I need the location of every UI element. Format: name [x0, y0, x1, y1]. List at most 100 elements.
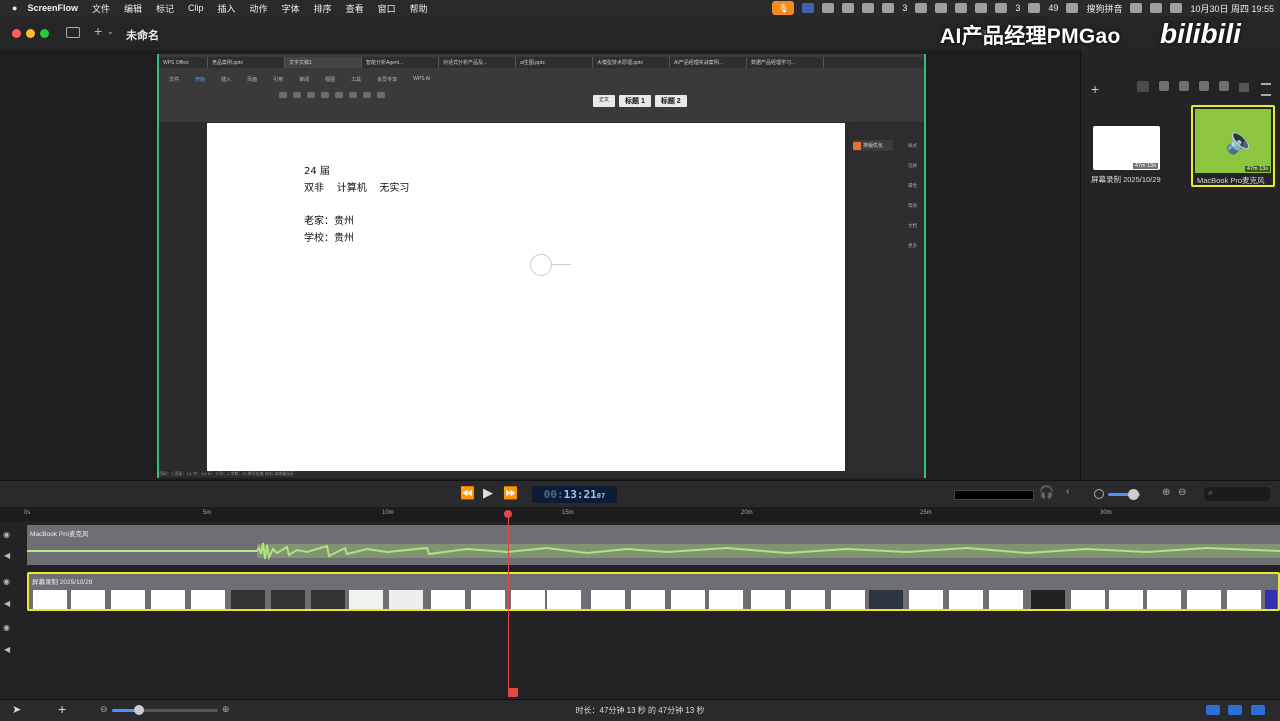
style-heading1[interactable]: 标题 1	[619, 95, 651, 107]
media-library-icon[interactable]	[1219, 81, 1229, 91]
playhead-handle[interactable]	[504, 510, 512, 518]
eye-icon[interactable]: ◉	[3, 530, 10, 539]
add-media-icon[interactable]: +	[1091, 81, 1099, 97]
list-view-icon[interactable]	[1261, 83, 1271, 96]
menu-view[interactable]: 查看	[346, 2, 364, 15]
wps-tab[interactable]: WPS Office	[159, 57, 208, 68]
doc-line-2[interactable]: 双非 计算机 无实习	[304, 179, 409, 194]
audio-sync-icon[interactable]	[1228, 705, 1242, 715]
layout-optimize-button[interactable]: 排版优化	[853, 140, 893, 151]
fps-icon[interactable]	[1251, 705, 1265, 715]
chevron-down-icon[interactable]: ⌄	[107, 27, 114, 36]
zoom-in-icon[interactable]: ⊕	[1162, 487, 1170, 498]
apple-menu-icon[interactable]: ●	[12, 3, 17, 13]
timecode-display[interactable]: 00:13:2107	[532, 486, 617, 503]
ribbon-tab[interactable]: 审阅	[299, 76, 309, 83]
timeline-ruler[interactable]: 0s 5m 10m 15m 20m 25m 30m	[0, 507, 1280, 521]
microphone-icon[interactable]: 🎙	[772, 1, 795, 15]
format-tool-icon[interactable]	[349, 92, 357, 98]
playhead-line[interactable]	[508, 512, 509, 694]
menu-edit[interactable]: 编辑	[124, 2, 142, 15]
format-tool-icon[interactable]	[279, 92, 287, 98]
menu-font[interactable]: 字体	[282, 2, 300, 15]
speaker-mute-icon[interactable]: ◀	[4, 645, 10, 654]
wps-tab[interactable]: 竞品案例.pptx	[208, 57, 285, 68]
chevron-left-icon[interactable]: ‹	[1066, 486, 1069, 497]
control-center-icon[interactable]	[1170, 3, 1183, 13]
input-method[interactable]: 搜狗拼音	[1086, 2, 1122, 15]
menu-file[interactable]: 文件	[92, 2, 110, 15]
record-dot-icon[interactable]	[995, 3, 1008, 13]
moon2-icon[interactable]	[1066, 3, 1079, 13]
tool-select[interactable]: 选择	[908, 163, 917, 169]
menu-insert[interactable]: 插入	[218, 2, 236, 15]
menu-help[interactable]: 帮助	[410, 2, 428, 15]
ribbon-tab[interactable]: 视图	[325, 76, 335, 83]
check-icon[interactable]	[862, 3, 875, 13]
video-props-icon[interactable]	[1137, 81, 1149, 92]
format-tool-icon[interactable]	[307, 92, 315, 98]
audio-thumbnail[interactable]: 🔈 47m 13s MacBook Pro麦克风	[1191, 105, 1275, 187]
wifi-icon[interactable]	[1130, 3, 1143, 13]
video-clip[interactable]: 屏幕录制 2025/10/29	[27, 572, 1280, 611]
playhead-bottom-handle[interactable]	[508, 688, 518, 697]
screen-recording-thumbnail[interactable]: 47m 13s	[1093, 126, 1160, 170]
annotation-icon[interactable]	[1199, 81, 1209, 91]
datetime[interactable]: 10月30日 周四 19:55	[1190, 2, 1274, 15]
wps-tab[interactable]: 数据产品经理学习...	[747, 57, 824, 68]
speaker-mute-icon[interactable]: ◀	[4, 599, 10, 608]
ribbon-tab[interactable]: 开始	[195, 76, 205, 83]
headphones-icon[interactable]: 🎧	[1039, 485, 1054, 499]
ribbon-tab[interactable]: 工具	[351, 76, 361, 83]
eye-icon[interactable]: ◉	[3, 623, 10, 632]
wps-tab[interactable]: 对话式分析产品及...	[439, 57, 516, 68]
wechat-count[interactable]: 3	[902, 3, 907, 13]
ribbon-tab[interactable]: 文件	[169, 76, 179, 83]
moon-icon[interactable]	[1028, 3, 1041, 13]
wps-tab[interactable]: 文字文稿1	[285, 57, 362, 68]
format-tool-icon[interactable]	[293, 92, 301, 98]
message-count[interactable]: 49	[1048, 3, 1058, 13]
wechat-icon[interactable]	[822, 3, 835, 13]
doc-line-1[interactable]: 24 届	[304, 162, 330, 177]
fast-forward-icon[interactable]: ⏩	[503, 486, 518, 500]
eye-icon[interactable]: ◉	[3, 577, 10, 586]
word-icon[interactable]	[802, 3, 815, 13]
menu-action[interactable]: 动作	[250, 2, 268, 15]
video-preview[interactable]: WPS Office 竞品案例.pptx 文字文稿1 智能分析Agent... …	[157, 54, 926, 478]
tool-help[interactable]: 帮助	[908, 203, 917, 209]
record-icon[interactable]	[882, 3, 895, 13]
close-window-button[interactable]	[12, 29, 21, 38]
format-tool-icon[interactable]	[377, 92, 385, 98]
zoom-slider-thumb[interactable]	[1128, 489, 1139, 500]
zoom-window-button[interactable]	[40, 29, 49, 38]
screen-icon[interactable]	[842, 3, 855, 13]
document-page[interactable]: 24 届 双非 计算机 无实习 老家：贵州 学校：贵州	[207, 123, 845, 471]
play-icon[interactable]: ▶	[483, 485, 493, 501]
wps-tab[interactable]: 大模型技术原理.pptx	[593, 57, 670, 68]
ribbon-tab[interactable]: 页面	[247, 76, 257, 83]
rewind-icon[interactable]: ⏪	[460, 486, 475, 500]
tool-more[interactable]: 更多	[908, 243, 917, 249]
sidebar-toggle-icon[interactable]	[66, 27, 80, 38]
menu-clip[interactable]: Clip	[188, 3, 204, 13]
style-heading2[interactable]: 标题 2	[654, 95, 687, 107]
style-normal[interactable]: 正文	[593, 95, 616, 107]
doc-line-5[interactable]: 学校：贵州	[304, 229, 354, 244]
tool-style[interactable]: 样式	[908, 143, 917, 149]
menu-mark[interactable]: 标记	[156, 2, 174, 15]
minimize-window-button[interactable]	[26, 29, 35, 38]
globe-icon[interactable]	[1179, 81, 1189, 91]
ribbon-tab[interactable]: WPS AI	[413, 76, 430, 83]
grid-view-icon[interactable]	[1239, 83, 1249, 92]
wps-tab[interactable]: AI产品经理实战案例...	[670, 57, 747, 68]
wps-tab[interactable]: ai生图.pptx	[516, 57, 593, 68]
cloud-icon[interactable]	[975, 3, 988, 13]
speaker-mute-icon[interactable]: ◀	[4, 551, 10, 560]
notif-count[interactable]: 3	[1015, 3, 1020, 13]
tool-attr[interactable]: 属性	[908, 183, 917, 189]
timeline-search-field[interactable]: ⌕	[1204, 487, 1270, 501]
menu-arrange[interactable]: 排序	[314, 2, 332, 15]
format-tool-icon[interactable]	[335, 92, 343, 98]
menu-app-name[interactable]: ScreenFlow	[27, 3, 78, 13]
